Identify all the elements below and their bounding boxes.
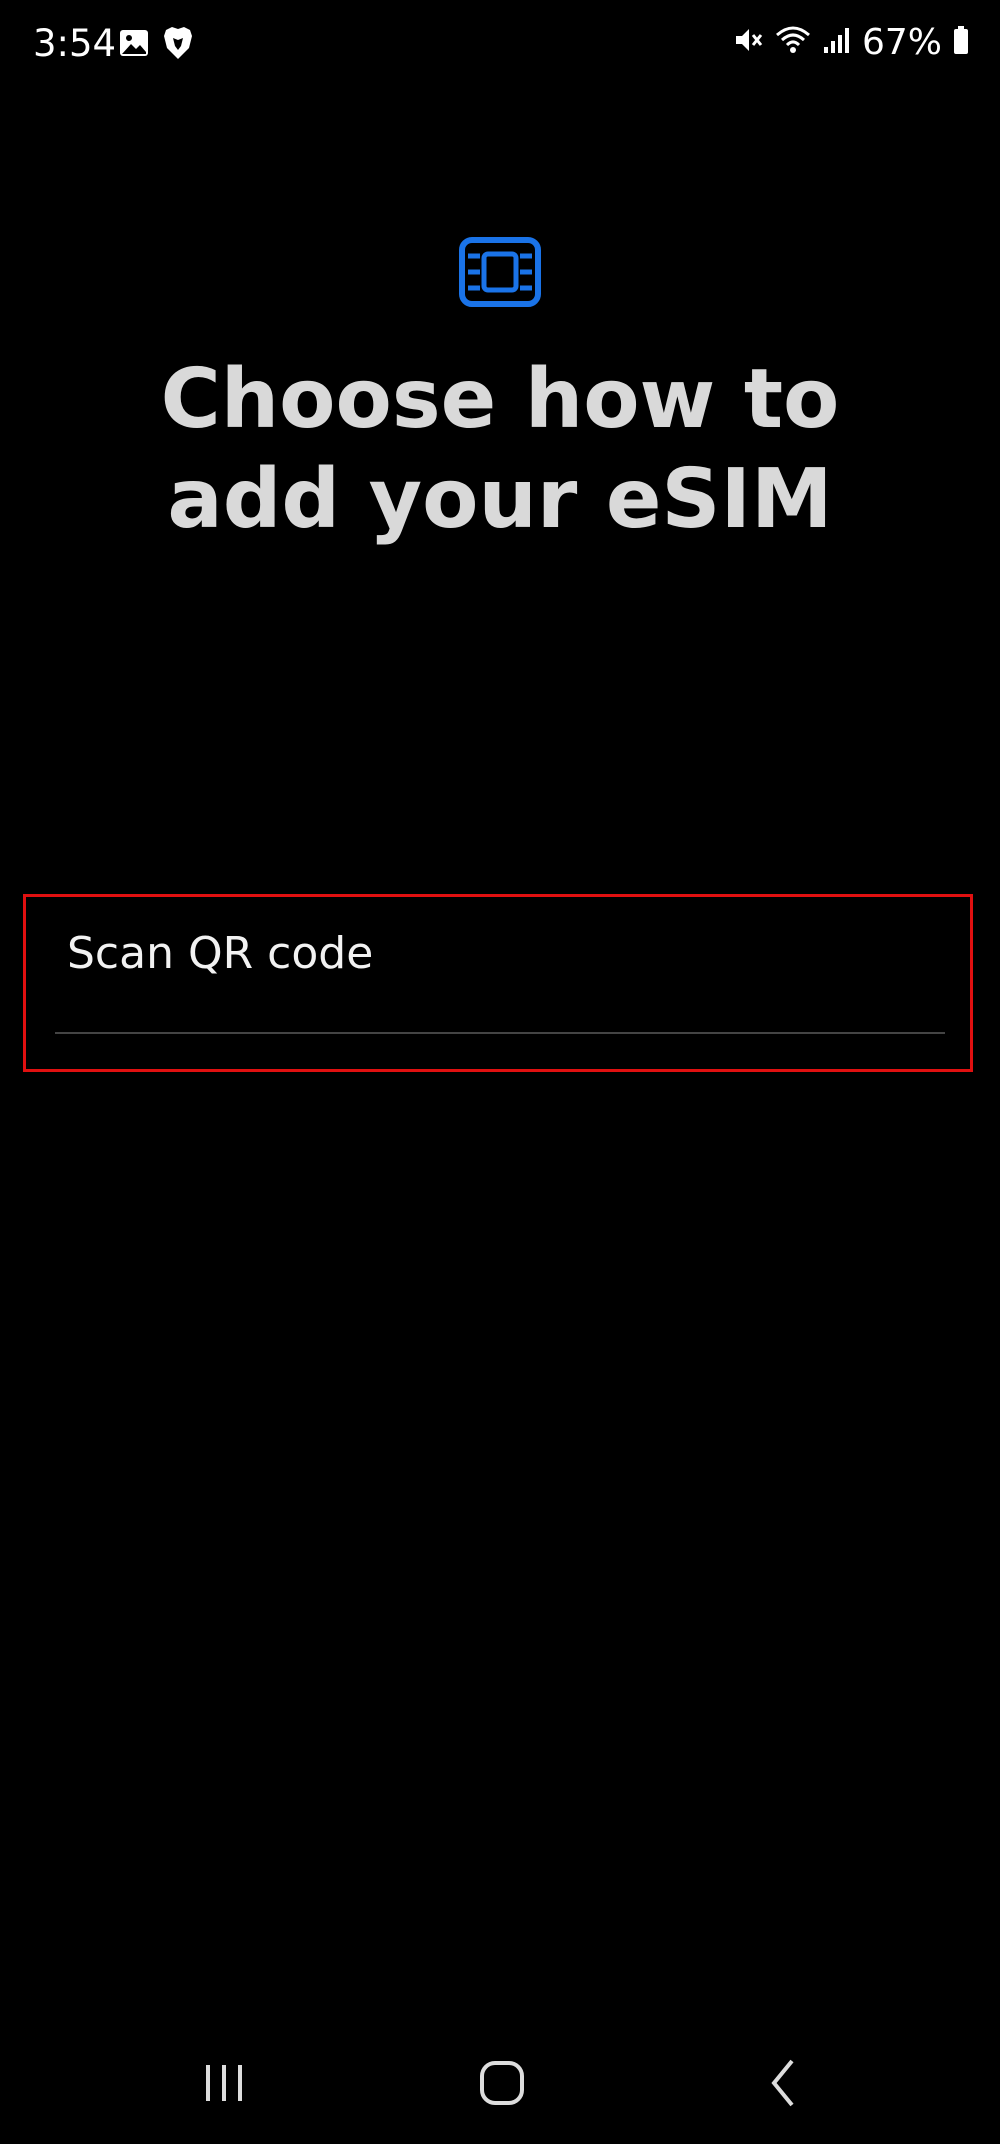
mute-icon [732, 24, 764, 61]
home-button[interactable] [462, 2050, 542, 2120]
back-icon [764, 2057, 804, 2114]
gallery-icon [118, 28, 150, 63]
status-bar: 3:54 67% [0, 0, 1000, 90]
recent-apps-icon [200, 2059, 248, 2112]
divider [55, 1032, 945, 1034]
page-title: Choose how to add your eSIM [160, 352, 840, 547]
status-time: 3:54 [33, 22, 117, 65]
brave-browser-icon [162, 26, 194, 65]
option-label: Scan QR code [67, 928, 374, 979]
navigation-bar [0, 2040, 1000, 2120]
signal-icon [822, 25, 852, 60]
back-button[interactable] [744, 2050, 824, 2120]
battery-percentage: 67% [861, 22, 942, 63]
home-icon [477, 2058, 527, 2113]
scan-qr-code-option[interactable]: Scan QR code [55, 900, 945, 1034]
recent-apps-button[interactable] [184, 2050, 264, 2120]
wifi-icon [774, 24, 812, 61]
esim-icon [458, 236, 542, 308]
battery-icon [952, 25, 970, 60]
